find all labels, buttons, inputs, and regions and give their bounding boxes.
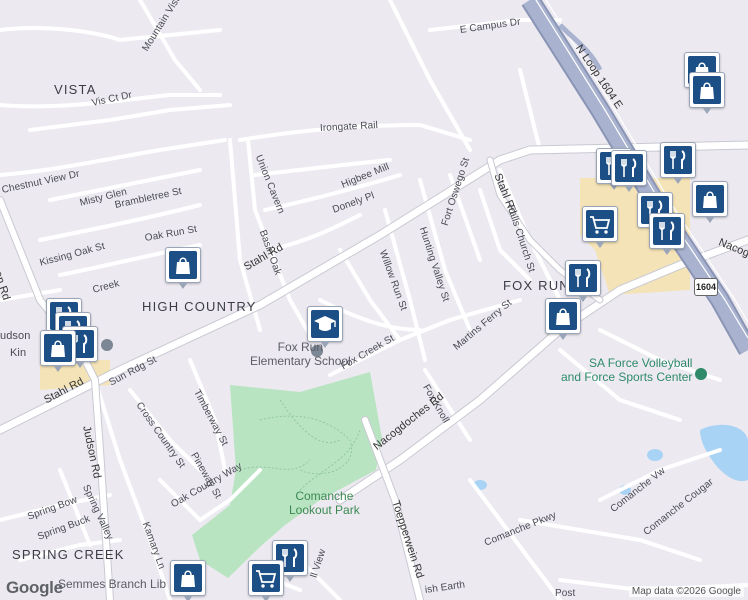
marker-restaurant[interactable] xyxy=(565,260,601,302)
area-label-fox-run: FOX RUN xyxy=(503,278,570,293)
street-label: Post xyxy=(555,588,576,599)
marker-shopping-bag[interactable] xyxy=(165,247,201,289)
marker-grocery[interactable] xyxy=(582,206,618,248)
marker-shopping-bag[interactable] xyxy=(40,330,76,372)
marker-shopping-bag[interactable] xyxy=(692,181,728,223)
shopping-bag-icon xyxy=(700,82,714,99)
shopping-bag-icon xyxy=(176,257,190,274)
marker-shopping-bag[interactable] xyxy=(689,72,725,114)
map-attribution[interactable]: Map data ©2026 Google xyxy=(628,586,744,597)
marker-grocery[interactable] xyxy=(248,560,284,600)
map-canvas[interactable]: VISTA HIGH COUNTRY FOX RUN SPRING CREEK … xyxy=(0,0,748,600)
poi-sa-force-volleyball[interactable]: SA Force Volleyball and Force Sports Cen… xyxy=(561,356,692,384)
restaurant-icon xyxy=(659,221,675,240)
marker-restaurant[interactable] xyxy=(649,213,685,255)
shopping-bag-icon xyxy=(703,191,717,208)
shopping-bag-icon xyxy=(556,308,570,325)
grocery-cart-icon xyxy=(256,570,277,588)
grocery-cart-icon xyxy=(590,216,611,234)
street-label: udson xyxy=(0,330,31,342)
marker-restaurant[interactable] xyxy=(660,142,696,184)
highway-shield: 1604 xyxy=(694,278,718,296)
poi-fox-run-elementary[interactable]: Fox Run Elementary School xyxy=(250,340,351,368)
school-icon xyxy=(314,316,336,331)
restaurant-icon xyxy=(621,158,637,177)
sports-center-icon[interactable] xyxy=(695,368,707,380)
shopping-bag-icon xyxy=(181,570,195,587)
restaurant-icon xyxy=(670,150,686,169)
area-label-vista: VISTA xyxy=(54,82,97,97)
marker-shopping-bag[interactable] xyxy=(545,298,581,340)
street-label: Kin xyxy=(10,347,27,359)
area-label-high-country: HIGH COUNTRY xyxy=(142,299,257,314)
marker-school[interactable] xyxy=(307,306,343,348)
restaurant-icon xyxy=(575,268,591,287)
poi-comanche-lookout-park[interactable]: Comanche Lookout Park xyxy=(289,489,360,517)
local-roads xyxy=(0,0,748,600)
area-label-spring-creek: SPRING CREEK xyxy=(12,547,125,562)
marker-restaurant[interactable] xyxy=(611,150,647,192)
place-icon xyxy=(101,339,113,351)
marker-shopping-bag[interactable] xyxy=(170,560,206,600)
shopping-bag-icon xyxy=(51,340,65,357)
poi-semmes-branch-library[interactable]: Semmes Branch Lib xyxy=(58,577,166,591)
map-base-layer xyxy=(0,0,748,600)
google-logo[interactable]: Google xyxy=(6,578,63,598)
